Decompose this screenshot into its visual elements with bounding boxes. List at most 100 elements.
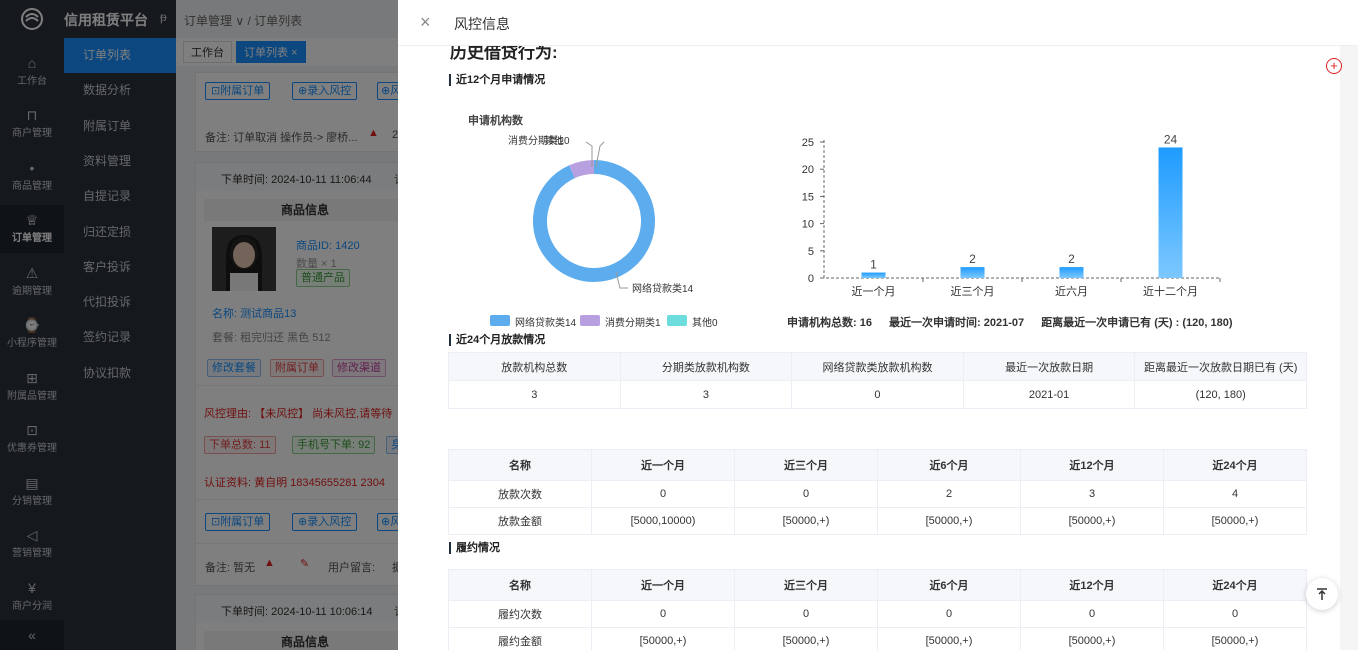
close-icon[interactable]: × (420, 12, 431, 32)
pie-legend: 网络贷款类14 消费分期类1 其他0 (490, 314, 790, 329)
table-cell: 0 (734, 600, 878, 628)
table-header: 名称 (448, 569, 592, 601)
y-tick-label-0: 0 (808, 273, 814, 285)
table-header: 最近一次放款日期 (962, 352, 1136, 381)
table-header: 分期类放款机构数 (619, 352, 793, 381)
table-cell: [5000,10000) (591, 507, 735, 535)
table-header: 名称 (448, 449, 592, 481)
table-row: 放款次数 0 0 2 3 4 (448, 480, 1307, 508)
table-header: 近一个月 (591, 449, 735, 481)
table-cell: 0 (734, 480, 878, 508)
bar-0[interactable] (861, 272, 886, 278)
legend-label-0: 网络贷款类14 (515, 318, 577, 329)
y-tick-label-1: 5 (808, 246, 814, 258)
legend-swatch-1 (580, 315, 600, 326)
table-row: 3 3 0 2021-01 (120, 180) (448, 380, 1307, 409)
arrow-up-icon (1317, 588, 1327, 600)
modal-mask[interactable] (0, 0, 398, 650)
table-header-row: 名称 近一个月 近三个月 近6个月 近12个月 近24个月 (448, 569, 1307, 601)
table-cell: 0 (791, 380, 964, 409)
table-header: 近6个月 (877, 449, 1021, 481)
table-cell: 2021-01 (962, 380, 1136, 409)
table-header: 近6个月 (877, 569, 1021, 601)
table-cell: [50000,+) (734, 507, 878, 535)
pie-callout-label-2: 网络贷款类14 (632, 282, 694, 295)
bar-value-label-2: 2 (1068, 252, 1075, 266)
table-cell: 0 (591, 480, 735, 508)
table-header: 近12个月 (1020, 569, 1164, 601)
y-tick-label-5: 25 (802, 137, 814, 149)
table-cell: [50000,+) (1020, 627, 1164, 650)
x-tick-label-2: 近六月 (1055, 285, 1088, 298)
table-cell: 0 (877, 600, 1021, 628)
legend-label-1: 消费分期类1 (605, 318, 661, 329)
table-cell: (120, 180) (1134, 380, 1307, 409)
table-header: 距离最近一次放款日期已有 (天) (1134, 352, 1307, 381)
table-cell: 放款次数 (448, 480, 592, 508)
loan-summary-table: 放款机构总数 分期类放款机构数 网络贷款类放款机构数 最近一次放款日期 距离最近… (448, 352, 1307, 409)
section-12m-title: 近12个月申请情况 (449, 74, 545, 86)
loan-detail-table: 名称 近一个月 近三个月 近6个月 近12个月 近24个月 放款次数 0 0 2 3 4 放款金额 [50… (448, 449, 1307, 535)
section-performance-title: 履约情况 (449, 542, 500, 554)
drawer-body: 历史借贷行为: 近12个月申请情况 申请机构数 消费分期类1 其他0 网络贷款类14… (410, 46, 1340, 650)
table-cell: [50000,+) (1020, 507, 1164, 535)
x-tick-label-3: 近十二个月 (1143, 284, 1198, 298)
apply-since: 距离最近一次申请已有 (天) : (120, 180) (1041, 317, 1233, 329)
table-cell: 0 (1163, 600, 1307, 628)
section-24m-title: 近24个月放款情况 (449, 334, 545, 346)
bar-1[interactable] (960, 267, 985, 278)
table-cell: 0 (591, 600, 735, 628)
bar-3[interactable] (1158, 147, 1183, 278)
table-row: 履约金额 [50000,+) [50000,+) [50000,+) [50000,+)… (448, 627, 1307, 650)
donut-chart: 消费分期类1其他0网络贷款类14 (508, 134, 694, 295)
table-cell: 放款金额 (448, 507, 592, 535)
table-cell: 4 (1163, 480, 1307, 508)
table-cell: [50000,+) (1163, 507, 1307, 535)
table-header: 近12个月 (1020, 449, 1164, 481)
table-cell: [50000,+) (1163, 627, 1307, 650)
pie-slice-0[interactable] (533, 160, 655, 282)
apply-total: 申请机构总数: 16 (787, 317, 872, 329)
drawer-title: 风控信息 (454, 16, 510, 32)
table-cell: 3 (448, 380, 621, 409)
back-to-top-button[interactable] (1306, 578, 1338, 610)
pie-callout-label-1: 其他0 (544, 134, 570, 147)
legend-label-2: 其他0 (692, 318, 718, 329)
table-row: 履约次数 0 0 0 0 0 (448, 600, 1307, 628)
table-cell: [50000,+) (591, 627, 735, 650)
risk-drawer: × 风控信息 + 历史借贷行为: 近12个月申请情况 申请机构数 消费分期类1 其… (398, 0, 1358, 650)
table-cell: 履约金额 (448, 627, 592, 650)
y-tick-label-3: 15 (802, 191, 814, 203)
table-header: 近一个月 (591, 569, 735, 601)
table-row: 放款金额 [5000,10000) [50000,+) [50000,+) [50000… (448, 507, 1307, 535)
drawer-header: × 风控信息 (398, 0, 1358, 46)
y-tick-label-4: 20 (802, 164, 814, 176)
legend-swatch-0 (490, 315, 510, 326)
pie-slice-1[interactable] (569, 160, 595, 179)
table-cell: 3 (1020, 480, 1164, 508)
table-cell: [50000,+) (877, 627, 1021, 650)
table-header-row: 名称 近一个月 近三个月 近6个月 近12个月 近24个月 (448, 449, 1307, 481)
apply-latest: 最近一次申请时间: 2021-07 (889, 317, 1025, 329)
bar-2[interactable] (1059, 267, 1084, 278)
table-header: 近三个月 (734, 569, 878, 601)
bar-chart: 0 5 10 15 20 25 1 近一个月 2 近三个月 2 近六月 24 近十二个月 (802, 132, 1221, 298)
table-header: 网络贷款类放款机构数 (791, 352, 964, 381)
table-cell: 履约次数 (448, 600, 592, 628)
performance-table: 名称 近一个月 近三个月 近6个月 近12个月 近24个月 履约次数 0 0 0 0 0 履约金额 [50… (448, 569, 1307, 650)
legend-swatch-2 (667, 315, 687, 326)
section-history-title: 历史借贷行为: (450, 46, 558, 62)
add-circle-icon[interactable]: + (1326, 58, 1342, 74)
table-cell: 3 (619, 380, 793, 409)
bar-value-label-1: 2 (969, 252, 976, 266)
table-header: 放款机构总数 (448, 352, 621, 381)
table-cell: [50000,+) (734, 627, 878, 650)
table-cell: [50000,+) (877, 507, 1021, 535)
table-header: 近三个月 (734, 449, 878, 481)
drawer-scrollbar[interactable] (1340, 46, 1358, 650)
table-header: 近24个月 (1163, 449, 1307, 481)
x-tick-label-1: 近三个月 (951, 285, 995, 298)
table-cell: 2 (877, 480, 1021, 508)
table-header: 近24个月 (1163, 569, 1307, 601)
table-cell: 0 (1020, 600, 1164, 628)
